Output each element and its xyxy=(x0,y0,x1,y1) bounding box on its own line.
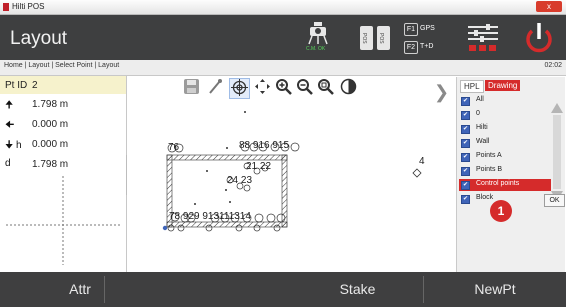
app-header: Layout C.M. OK POS POS F1 GPS F2 T+D xyxy=(0,15,566,60)
layer-item-hilti[interactable]: ✔ Hilti xyxy=(459,123,551,135)
callout-badge: 1 xyxy=(490,200,512,222)
distance-row: d 1.798 m xyxy=(0,156,126,174)
point-id-row[interactable]: Pt ID 2 xyxy=(0,76,126,94)
battery-2-label: POS xyxy=(378,33,384,44)
window-close-button[interactable]: x xyxy=(536,1,562,12)
checkbox-checked-icon[interactable]: ✔ xyxy=(461,139,470,148)
tab-drawing[interactable]: Drawing xyxy=(485,80,521,91)
pt-label-24-23: 24 23 xyxy=(227,175,253,186)
chevron-right-icon[interactable]: ❯ xyxy=(434,82,449,103)
instrument-icon[interactable]: C.M. OK xyxy=(305,21,331,53)
layer-item-points-b[interactable]: ✔ Points B xyxy=(459,165,551,177)
point-id-label: Pt ID xyxy=(5,80,28,91)
checkbox-checked-icon[interactable]: ✔ xyxy=(461,195,470,204)
point-info-panel: Pt ID 2 🠉 1.798 m 🠈 0.000 m 🠋 h 0.000 m … xyxy=(0,76,127,272)
layer-scrollbar[interactable] xyxy=(551,103,563,201)
offset-side-row: 🠈 0.000 m xyxy=(0,116,126,134)
layer-label: Block xyxy=(476,194,494,201)
crosshair-minimap xyxy=(6,176,120,265)
page-title: Layout xyxy=(10,28,68,49)
ok-button[interactable]: OK xyxy=(544,194,565,207)
layer-label: All xyxy=(476,96,484,103)
offset-height-value: 0.000 m xyxy=(32,139,69,150)
distance-value: 1.798 m xyxy=(32,159,69,170)
layer-list: ✔ All ✔ 0 ✔ Hilti ✔ Wall ✔ Points A ✔ Po… xyxy=(459,95,551,212)
layer-item-all[interactable]: ✔ All xyxy=(459,95,551,107)
layer-label: Wall xyxy=(476,138,490,145)
pt-label-76: 76 xyxy=(168,142,180,153)
point-id-value: 2 xyxy=(32,80,38,91)
layer-label: Control points xyxy=(476,180,520,187)
softkey-bar: Attr Stake NewPt xyxy=(0,272,566,307)
distance-label: d xyxy=(5,158,11,169)
new-point-button[interactable]: NewPt xyxy=(424,272,566,307)
layer-item-points-a[interactable]: ✔ Points A xyxy=(459,151,551,163)
arrow-down-h-icon: 🠋 h xyxy=(5,140,22,151)
tab-hpl[interactable]: HPL xyxy=(460,80,484,93)
battery-icon: POS xyxy=(360,26,373,50)
checkbox-checked-icon[interactable]: ✔ xyxy=(461,153,470,162)
offset-forward-value: 1.798 m xyxy=(32,99,69,110)
battery-icon: POS xyxy=(377,26,390,50)
pt-label-21-22: 21 22 xyxy=(246,161,272,172)
layer-item-control-points[interactable]: ✔ Control points xyxy=(459,179,551,191)
layer-label: Points A xyxy=(476,152,502,159)
checkbox-checked-icon[interactable]: ✔ xyxy=(461,125,470,134)
clock: 02:02 xyxy=(544,62,562,69)
window-title: Hilti POS xyxy=(12,2,45,11)
offset-forward-row: 🠉 1.798 m xyxy=(0,96,126,114)
window-titlebar: Hilti POS x xyxy=(0,0,566,15)
arrow-up-icon: 🠉 xyxy=(5,100,14,111)
softkey-divider xyxy=(104,276,105,303)
breadcrumb-bar: Home | Layout | Select Point | Layout 02… xyxy=(0,60,566,76)
battery-1-label: POS xyxy=(361,33,367,44)
arrow-left-icon: 🠈 xyxy=(5,120,15,131)
offset-side-value: 0.000 m xyxy=(32,119,69,130)
checkbox-checked-icon[interactable]: ✔ xyxy=(461,111,470,120)
attr-button[interactable]: Attr xyxy=(0,272,160,307)
pt-label-4: 4 xyxy=(419,156,425,167)
app-icon xyxy=(3,3,9,11)
layer-label: Points B xyxy=(476,166,503,173)
stake-button[interactable]: Stake xyxy=(300,272,415,307)
f2-key[interactable]: F2 xyxy=(404,41,418,54)
floor-plan-drawing xyxy=(162,111,422,232)
layer-item-wall[interactable]: ✔ Wall xyxy=(459,137,551,149)
f1-label: GPS xyxy=(420,25,435,32)
instrument-status: C.M. OK xyxy=(306,46,326,52)
checkbox-checked-icon[interactable]: ✔ xyxy=(461,167,470,176)
layer-item-0[interactable]: ✔ 0 xyxy=(459,109,551,121)
layout-drawing-area[interactable]: 76 88 916 915 21 22 24 23 4 78 929 91311… xyxy=(127,76,450,272)
settings-sliders-icon[interactable] xyxy=(466,23,500,53)
checkbox-checked-icon[interactable]: ✔ xyxy=(461,97,470,106)
f1-key[interactable]: F1 xyxy=(404,23,418,36)
layer-label: 0 xyxy=(476,110,480,117)
pt-label-88-916-915: 88 916 915 xyxy=(239,140,290,151)
power-icon[interactable] xyxy=(524,19,554,55)
layer-panel: HPL Drawing ✔ All ✔ 0 ✔ Hilti ✔ Wall ✔ P… xyxy=(456,77,565,272)
breadcrumb: Home | Layout | Select Point | Layout xyxy=(4,62,120,69)
offset-height-row: 🠋 h 0.000 m xyxy=(0,136,126,154)
layer-label: Hilti xyxy=(476,124,488,131)
f2-label: T+D xyxy=(420,43,434,50)
pt-label-bottom-row: 78 929 913111314 xyxy=(169,211,251,222)
checkbox-checked-icon[interactable]: ✔ xyxy=(461,181,470,190)
